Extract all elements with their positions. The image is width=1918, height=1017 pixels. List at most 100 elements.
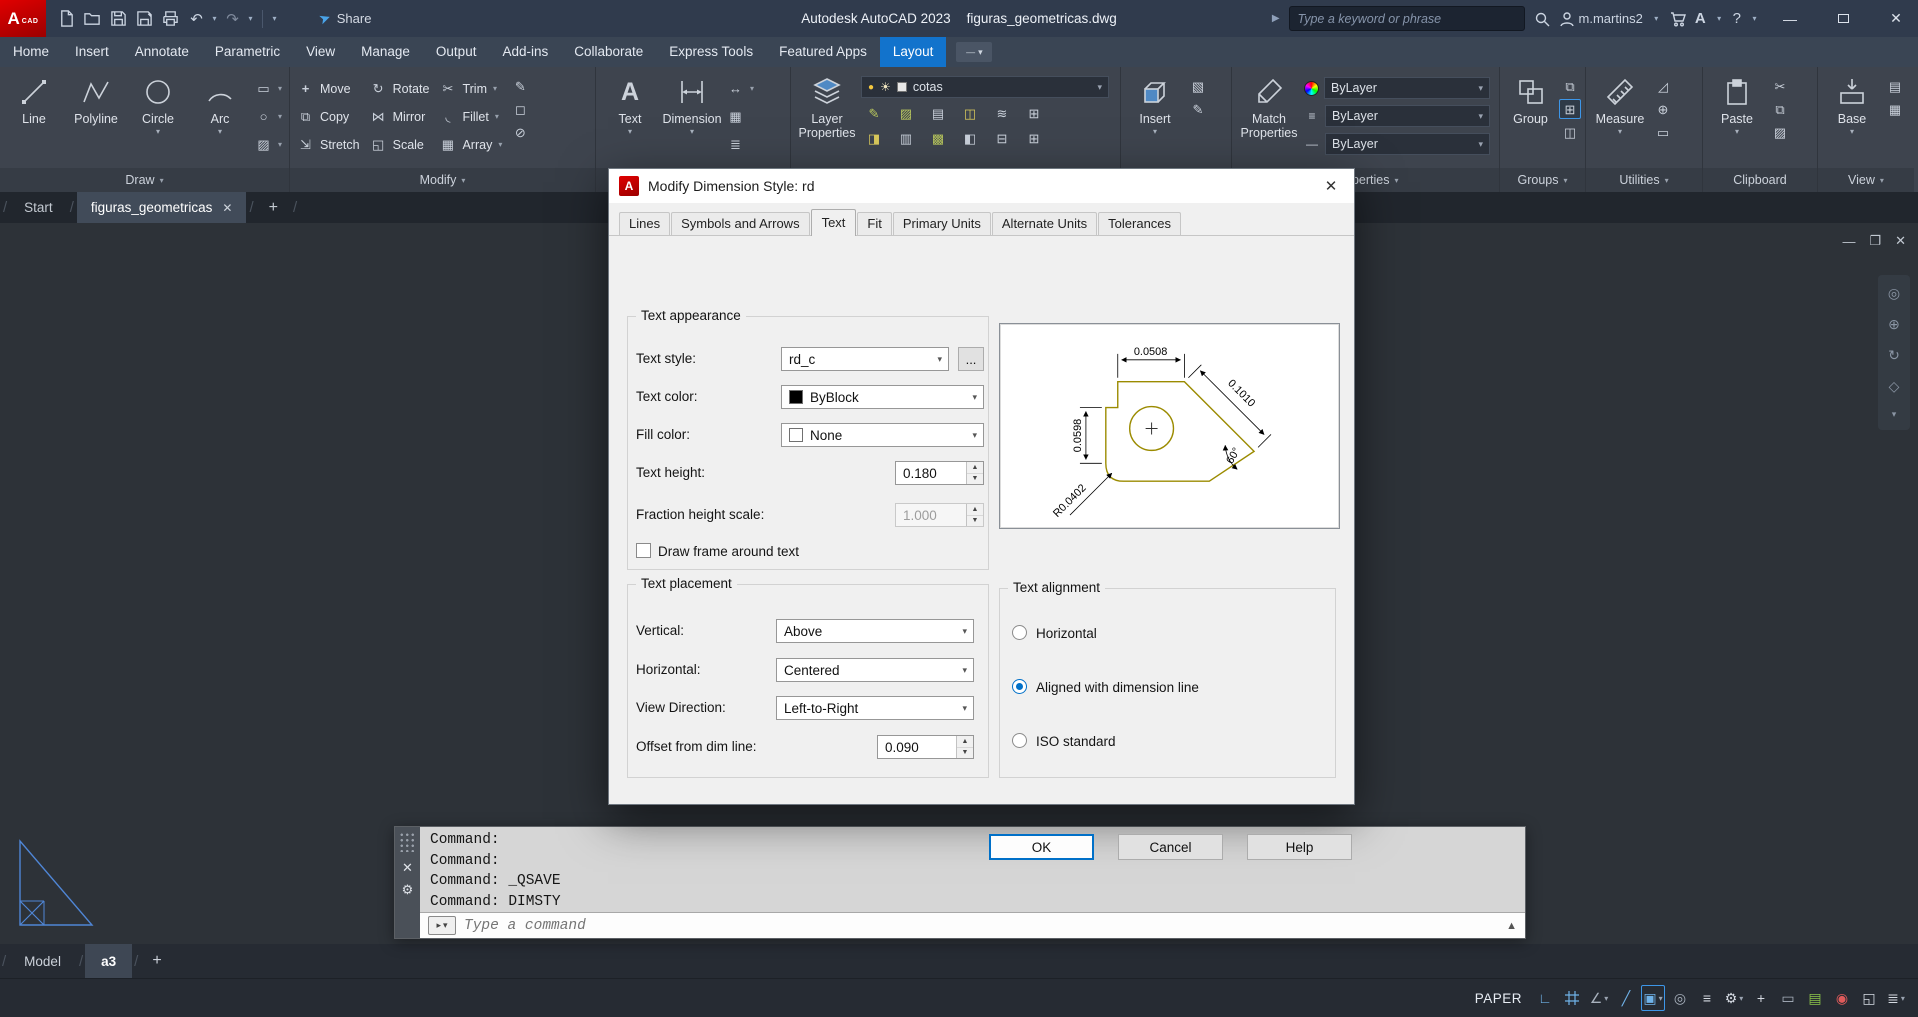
- layer-properties-button[interactable]: Layer Properties: [795, 69, 859, 168]
- move-tool[interactable]: +Move: [294, 76, 363, 101]
- multiline-tool[interactable]: ≣: [724, 132, 757, 157]
- dialog-tab-lines[interactable]: Lines: [619, 212, 670, 235]
- base-dropdown-icon[interactable]: ▾: [1850, 128, 1854, 137]
- arc-tool[interactable]: Arc▾: [190, 69, 250, 168]
- circle-dropdown-icon[interactable]: ▾: [156, 128, 160, 137]
- offset-up-icon[interactable]: ▲: [957, 736, 973, 748]
- dialog-tab-text[interactable]: Text: [811, 209, 857, 236]
- ribbon-display-toggle[interactable]: —▾: [956, 42, 992, 62]
- viewport-icon[interactable]: ▤: [1884, 76, 1906, 96]
- layer-unlock-icon[interactable]: ◧: [959, 128, 981, 148]
- horizontal-placement-select[interactable]: Centered▾: [776, 658, 974, 682]
- trim-tool[interactable]: ✂Trim▾: [436, 76, 505, 101]
- tab-collaborate[interactable]: Collaborate: [561, 37, 656, 67]
- help-icon[interactable]: ?: [1733, 10, 1741, 27]
- tab-home[interactable]: Home: [0, 37, 62, 67]
- user-account[interactable]: m.martins2: [1559, 11, 1643, 27]
- navigation-wheel-icon[interactable]: ◎: [1888, 285, 1900, 302]
- insert-dropdown-icon[interactable]: ▾: [1153, 128, 1157, 137]
- polyline-tool[interactable]: Polyline: [66, 69, 126, 168]
- offset-down-icon[interactable]: ▼: [957, 748, 973, 759]
- measure-dropdown-icon[interactable]: ▾: [1618, 128, 1622, 137]
- height-down-icon[interactable]: ▼: [967, 474, 983, 485]
- undo-icon[interactable]: ↶: [184, 6, 209, 32]
- help-dropdown-icon[interactable]: ▾: [1750, 14, 1759, 23]
- redo-dropdown-icon[interactable]: ▾: [246, 14, 255, 23]
- object-color-selector[interactable]: ByLayer▾: [1324, 77, 1490, 99]
- line-tool[interactable]: Line: [4, 69, 64, 168]
- layer-dropdown-icon[interactable]: ▾: [1097, 82, 1102, 93]
- quick-select-icon[interactable]: ◿: [1652, 76, 1674, 96]
- command-expand-icon[interactable]: ▲: [1506, 920, 1517, 932]
- layer-off-icon[interactable]: ◨: [863, 128, 885, 148]
- text-style-select[interactable]: rd_c▾: [781, 347, 949, 371]
- leader-tool[interactable]: ↔▾: [724, 76, 757, 101]
- groups-panel-label[interactable]: Groups▾: [1500, 168, 1585, 192]
- id-point-icon[interactable]: ▭: [1652, 122, 1674, 142]
- layer-isolate-icon[interactable]: ✎: [863, 103, 885, 123]
- tab-output[interactable]: Output: [423, 37, 490, 67]
- draw-panel-label[interactable]: Draw▾: [0, 168, 289, 192]
- insert-block-button[interactable]: Insert▾: [1125, 69, 1185, 168]
- alert-icon[interactable]: ◉: [1830, 985, 1854, 1011]
- settings-gear-icon[interactable]: ⚙▾: [1722, 985, 1746, 1011]
- command-customize-icon[interactable]: ⚙: [402, 883, 414, 896]
- share-button[interactable]: ➤ Share: [319, 10, 371, 27]
- layer-merge-icon[interactable]: ▥: [895, 128, 917, 148]
- app-store-icon[interactable]: A: [1695, 10, 1706, 27]
- vertical-placement-select[interactable]: Above▾: [776, 619, 974, 643]
- cut-icon[interactable]: ✂: [1769, 76, 1791, 96]
- search-icon[interactable]: [1534, 11, 1550, 27]
- new-file-icon[interactable]: [54, 6, 79, 32]
- aligned-radio[interactable]: [1012, 679, 1027, 694]
- file-tab-document[interactable]: figuras_geometricas ✕: [77, 192, 247, 223]
- text-color-select[interactable]: ByBlock▾: [781, 385, 984, 409]
- hatch-tool[interactable]: ▨▾: [252, 132, 285, 157]
- text-dropdown-icon[interactable]: ▾: [628, 128, 632, 137]
- command-input[interactable]: [464, 918, 1498, 934]
- paper-space-label[interactable]: PAPER: [1475, 991, 1522, 1006]
- dialog-tab-primary-units[interactable]: Primary Units: [893, 212, 991, 235]
- user-dropdown-icon[interactable]: ▾: [1652, 14, 1661, 23]
- tab-featured-apps[interactable]: Featured Apps: [766, 37, 880, 67]
- dimension-dropdown-icon[interactable]: ▾: [690, 128, 694, 137]
- group-edit-icon[interactable]: ⊞: [1559, 99, 1581, 119]
- tab-addins[interactable]: Add-ins: [489, 37, 561, 67]
- horizontal-radio-label[interactable]: Horizontal: [1036, 626, 1097, 641]
- layer-selector[interactable]: ● ☀ cotas ▾: [861, 76, 1109, 98]
- snap-mode-icon[interactable]: [1560, 985, 1584, 1011]
- save-as-icon[interactable]: [132, 6, 157, 32]
- layer-on-icon[interactable]: ●: [868, 82, 874, 93]
- view-direction-select[interactable]: Left-to-Right▾: [776, 696, 974, 720]
- dialog-tab-symbols[interactable]: Symbols and Arrows: [671, 212, 810, 235]
- plot-icon[interactable]: [158, 6, 183, 32]
- offset-spinner[interactable]: ▲▼: [877, 735, 974, 759]
- horizontal-radio[interactable]: [1012, 625, 1027, 640]
- redo-icon[interactable]: ↷: [220, 6, 245, 32]
- viewport-restore-icon[interactable]: ❐: [1869, 233, 1881, 249]
- apps-dropdown-icon[interactable]: ▾: [1715, 14, 1724, 23]
- file-tab-close-icon[interactable]: ✕: [222, 201, 232, 215]
- text-style-browse-button[interactable]: ...: [958, 347, 984, 371]
- aligned-radio-label[interactable]: Aligned with dimension line: [1036, 680, 1199, 695]
- customization-icon[interactable]: ≣▾: [1884, 985, 1908, 1011]
- linetype-selector[interactable]: ByLayer▾: [1325, 133, 1490, 155]
- scale-tool[interactable]: ◱Scale: [367, 132, 433, 157]
- draw-frame-checkbox[interactable]: [636, 543, 651, 558]
- pan-icon[interactable]: ⊕: [1888, 316, 1900, 333]
- arc-dropdown-icon[interactable]: ▾: [218, 128, 222, 137]
- save-icon[interactable]: [106, 6, 131, 32]
- text-tool[interactable]: AText▾: [600, 69, 660, 168]
- layer-lock-icon[interactable]: ▤: [927, 103, 949, 123]
- object-snap-icon[interactable]: ▣▾: [1641, 985, 1665, 1011]
- stretch-tool[interactable]: ⇲Stretch: [294, 132, 363, 157]
- color-wheel-icon[interactable]: [1304, 81, 1319, 96]
- iso-standard-radio[interactable]: [1012, 733, 1027, 748]
- tab-annotate[interactable]: Annotate: [122, 37, 202, 67]
- paste-special-icon[interactable]: ▨: [1769, 122, 1791, 142]
- minimize-button[interactable]: —: [1768, 0, 1812, 37]
- search-input[interactable]: [1289, 6, 1525, 31]
- rectangle-tool[interactable]: ▭▾: [252, 76, 285, 101]
- open-folder-icon[interactable]: [80, 6, 105, 32]
- close-button[interactable]: ✕: [1874, 0, 1918, 37]
